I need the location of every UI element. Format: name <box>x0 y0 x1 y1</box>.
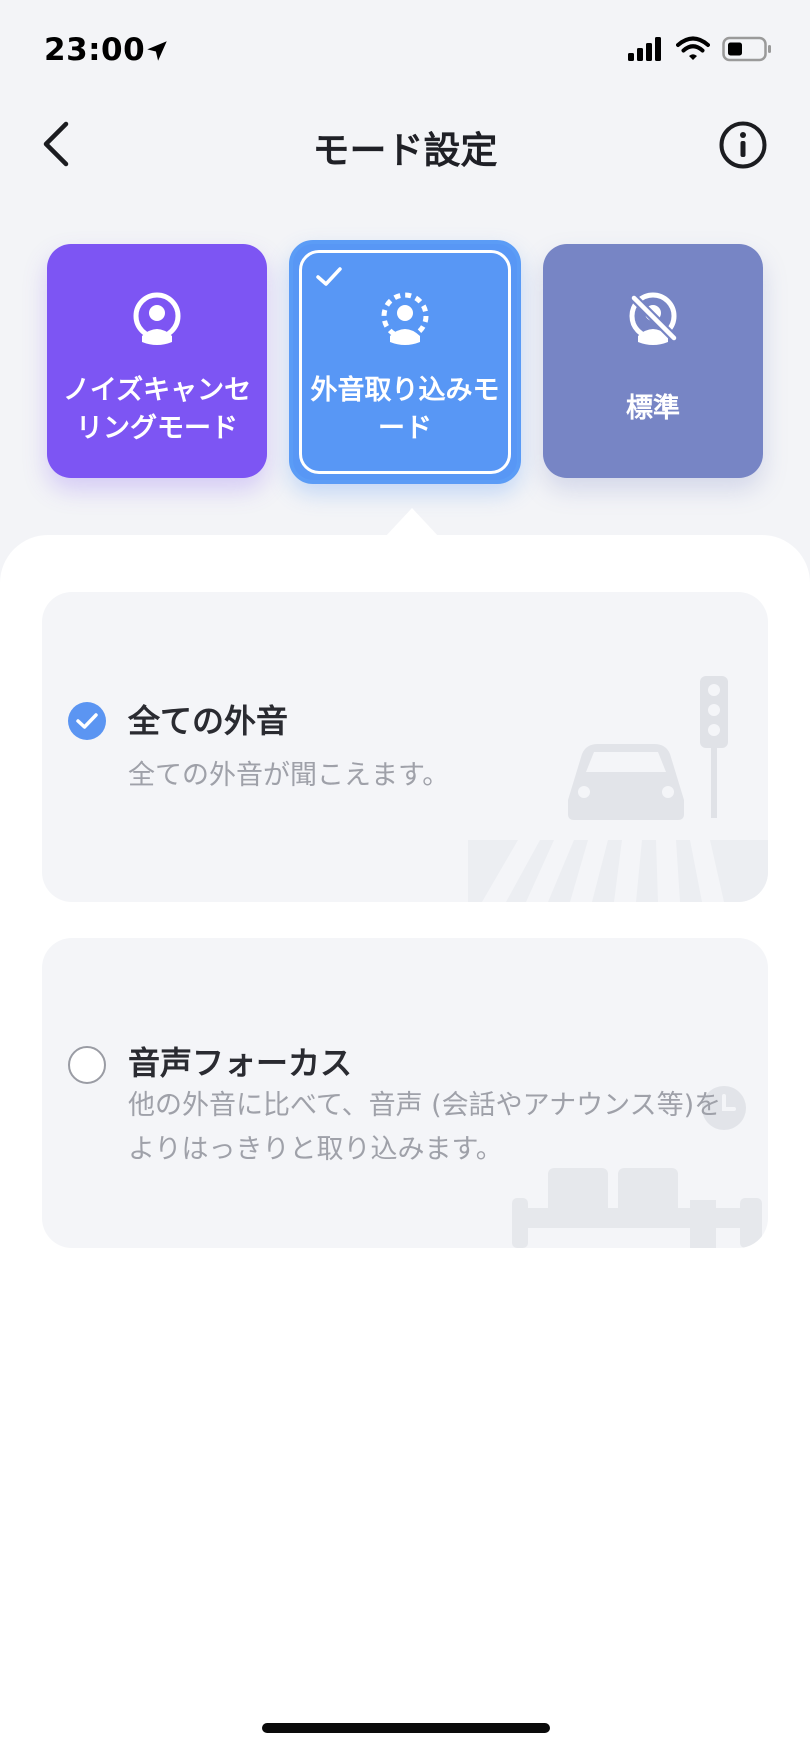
option-title: 全ての外音 <box>128 702 289 740</box>
battery-icon <box>722 36 772 66</box>
wifi-icon <box>676 36 710 66</box>
option-voice-focus[interactable]: 音声フォーカス 他の外音に比べて、音声 (会話やアナウンス等)をよりはっきりと取… <box>42 938 768 1248</box>
location-arrow-icon <box>144 38 170 68</box>
mode-card-noise-cancelling[interactable]: ノイズキャンセリングモード <box>47 244 267 478</box>
nav-bar: モード設定 <box>0 100 810 190</box>
page-title: モード設定 <box>312 129 498 172</box>
mode-card-ambient[interactable]: 外音取り込みモード <box>289 240 521 484</box>
option-title: 音声フォーカス <box>128 1044 353 1082</box>
info-button[interactable] <box>718 120 768 170</box>
option-all-ambient[interactable]: 全ての外音 全ての外音が聞こえます。 <box>42 592 768 902</box>
mode-label-noise-cancelling: ノイズキャンセリングモード <box>62 375 252 444</box>
option-description: 他の外音に比べて、音声 (会話やアナウンス等)をよりはっきりと取り込みます。 <box>128 1090 722 1165</box>
option-description: 全ての外音が聞こえます。 <box>128 760 450 791</box>
mode-label-ambient: 外音取り込みモード <box>310 375 500 444</box>
radio-unchecked-icon[interactable] <box>68 1046 106 1084</box>
noise-cancel-person-icon <box>133 292 181 345</box>
ambient-person-icon <box>381 292 429 345</box>
check-icon <box>316 267 342 286</box>
mode-label-standard: 標準 <box>626 393 680 424</box>
info-icon <box>719 121 767 169</box>
status-bar: 23:00 <box>0 0 810 100</box>
home-indicator[interactable] <box>262 1723 550 1733</box>
status-time: 23:00 <box>44 32 146 68</box>
cellular-signal-icon <box>628 37 664 65</box>
standard-off-icon <box>629 292 679 345</box>
radio-checked-icon[interactable] <box>68 702 106 740</box>
mode-selector: ノイズキャンセリングモード 外音取り込みモード 標準 <box>0 240 810 484</box>
mode-card-standard[interactable]: 標準 <box>543 244 763 478</box>
sheet-pointer <box>384 508 440 538</box>
